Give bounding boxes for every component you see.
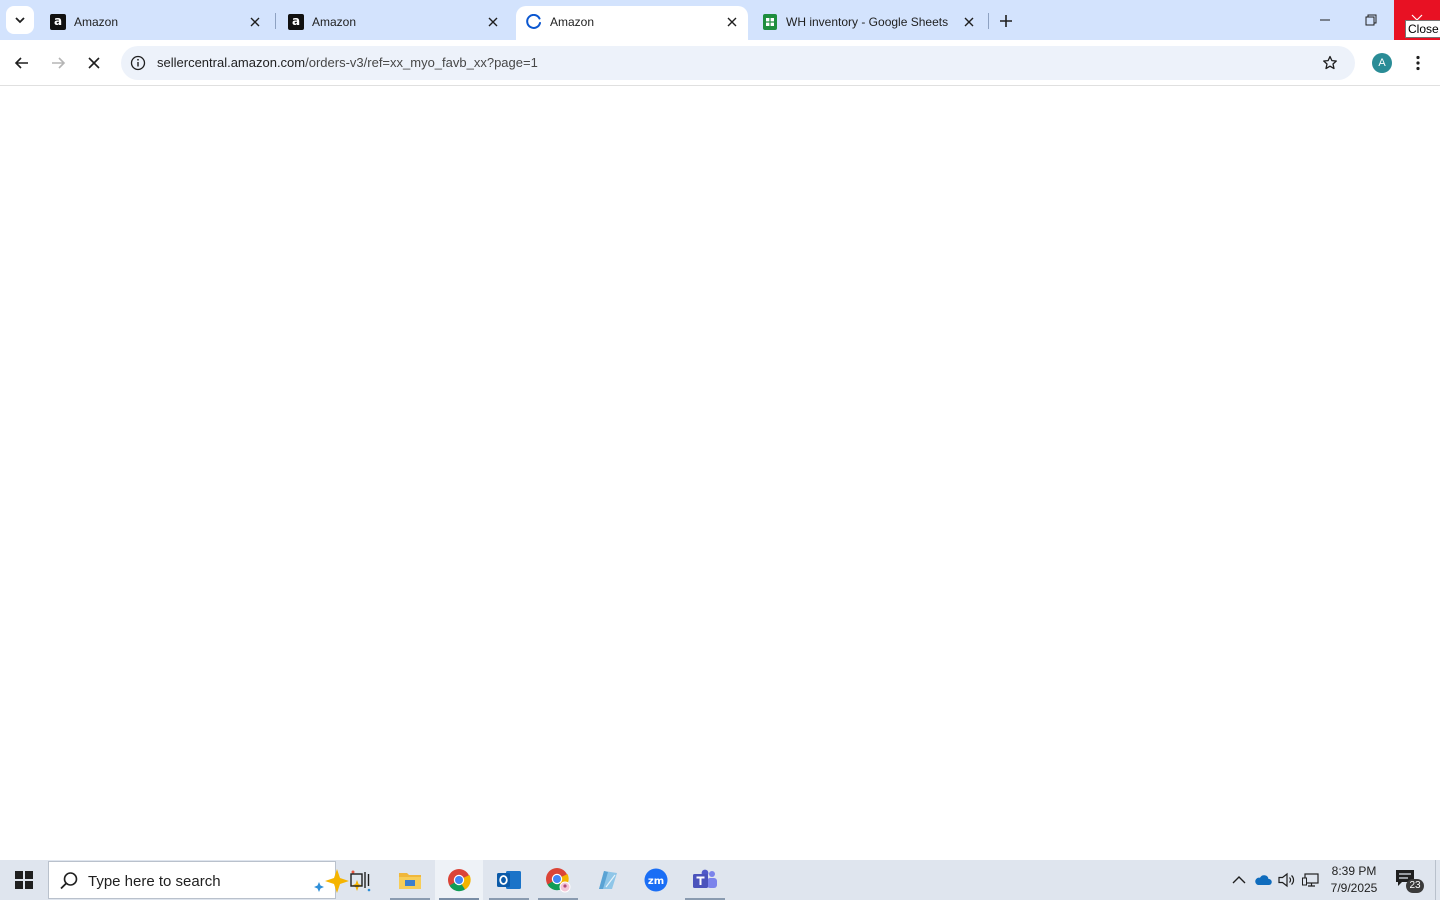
tab-title: WH inventory - Google Sheets [786, 15, 949, 29]
chrome-icon [448, 869, 471, 892]
tab-title: Amazon [550, 15, 595, 29]
arrow-right-icon [52, 57, 66, 69]
tab-close-button[interactable] [484, 13, 502, 31]
star-icon [1323, 55, 1337, 70]
taskbar-clock[interactable]: 8:39 PM 7/9/2025 [1326, 863, 1382, 897]
url-path: /orders-v3/ref=xx_myo_favb_xx?page=1 [305, 55, 538, 70]
browser-toolbar: sellercentral.amazon.com/orders-v3/ref=x… [0, 40, 1440, 86]
amazon-logo-icon: a [50, 14, 66, 30]
clock-time: 8:39 PM [1331, 864, 1377, 878]
volume-tray-button[interactable] [1277, 870, 1297, 890]
show-hidden-icons-button[interactable] [1229, 870, 1249, 890]
back-button[interactable] [6, 47, 38, 79]
onedrive-tray-button[interactable] [1253, 870, 1273, 890]
app-taskbar-button[interactable] [583, 860, 631, 900]
teams-icon [693, 869, 717, 888]
search-placeholder: Type here to search [88, 873, 221, 890]
stop-loading-button[interactable] [78, 47, 110, 79]
onedrive-cloud-icon [1255, 875, 1272, 885]
google-sheets-icon [762, 14, 778, 30]
task-view-icon [350, 872, 370, 888]
outlook-taskbar-button[interactable] [485, 860, 533, 900]
show-desktop-button[interactable] [1435, 860, 1440, 900]
restore-button[interactable] [1348, 0, 1394, 40]
tab-separator [275, 13, 276, 29]
browser-tab-1[interactable]: a Amazon [40, 6, 272, 40]
tab-title: Amazon [74, 15, 119, 29]
svg-text:zm: zm [648, 876, 664, 887]
tab-close-button[interactable] [246, 13, 264, 31]
minimize-icon [1320, 19, 1330, 21]
address-bar[interactable]: sellercentral.amazon.com/orders-v3/ref=x… [121, 46, 1355, 80]
search-icon [60, 872, 78, 890]
task-view-button[interactable] [336, 860, 384, 900]
url-text: sellercentral.amazon.com/orders-v3/ref=x… [157, 55, 538, 70]
tab-search-button[interactable] [6, 6, 34, 34]
restore-icon [1365, 14, 1377, 26]
zoom-taskbar-button[interactable]: zm [632, 860, 680, 900]
browser-tab-3-active[interactable]: Amazon [516, 6, 748, 40]
minimize-button[interactable] [1302, 0, 1348, 40]
forward-button[interactable] [42, 47, 74, 79]
chrome-profile-taskbar-button[interactable] [534, 860, 582, 900]
browser-tab-4[interactable]: WH inventory - Google Sheets [752, 6, 986, 40]
close-icon [250, 17, 260, 27]
tab-close-button[interactable] [723, 13, 741, 31]
notification-count-badge: 23 [1406, 879, 1424, 893]
profile-avatar[interactable]: A [1372, 53, 1392, 73]
site-info-icon[interactable] [127, 52, 149, 74]
plus-icon [1000, 15, 1012, 27]
teams-taskbar-button[interactable] [681, 860, 729, 900]
windows-logo-icon [15, 871, 33, 889]
file-explorer-icon [399, 873, 421, 889]
tab-close-button[interactable] [960, 13, 978, 31]
new-tab-button[interactable] [992, 7, 1020, 35]
taskbar-search-box[interactable]: Type here to search [48, 861, 371, 899]
url-domain: sellercentral.amazon.com [157, 55, 306, 70]
amazon-logo-icon: a [288, 14, 304, 30]
chrome-taskbar-button[interactable] [435, 860, 483, 900]
loading-spinner-icon [526, 14, 542, 30]
tab-title: Amazon [312, 15, 357, 29]
close-icon [727, 17, 737, 27]
zoom-icon: zm [644, 868, 668, 892]
network-ethernet-icon [1302, 873, 1319, 887]
browser-tab-2[interactable]: a Amazon [278, 6, 510, 40]
start-button[interactable] [0, 860, 48, 900]
network-tray-button[interactable] [1301, 870, 1321, 890]
tab-strip: a Amazon a Amazon Amazon WH inventory - … [0, 0, 1440, 40]
close-icon [488, 17, 498, 27]
bookmark-star-button[interactable] [1318, 51, 1342, 75]
edge-like-app-icon [599, 871, 617, 889]
tab-separator [988, 13, 989, 29]
browser-menu-button[interactable] [1402, 47, 1434, 79]
outlook-icon [497, 871, 521, 889]
page-content-area [0, 87, 1440, 860]
close-icon [964, 17, 974, 27]
chevron-down-icon [15, 17, 25, 24]
more-vertical-icon [1416, 55, 1420, 71]
chrome-profile-icon [546, 868, 571, 893]
arrow-left-icon [14, 57, 28, 69]
stop-x-icon [88, 57, 100, 69]
chevron-up-icon [1232, 876, 1246, 884]
windows-taskbar: Type here to search zm 8:39 PM 7/9/2025 … [0, 860, 1440, 900]
notification-center-button[interactable]: 23 [1394, 868, 1424, 894]
clock-date: 7/9/2025 [1330, 881, 1378, 895]
speaker-icon [1278, 872, 1295, 888]
file-explorer-button[interactable] [386, 860, 434, 900]
close-tooltip: Close [1405, 20, 1440, 38]
